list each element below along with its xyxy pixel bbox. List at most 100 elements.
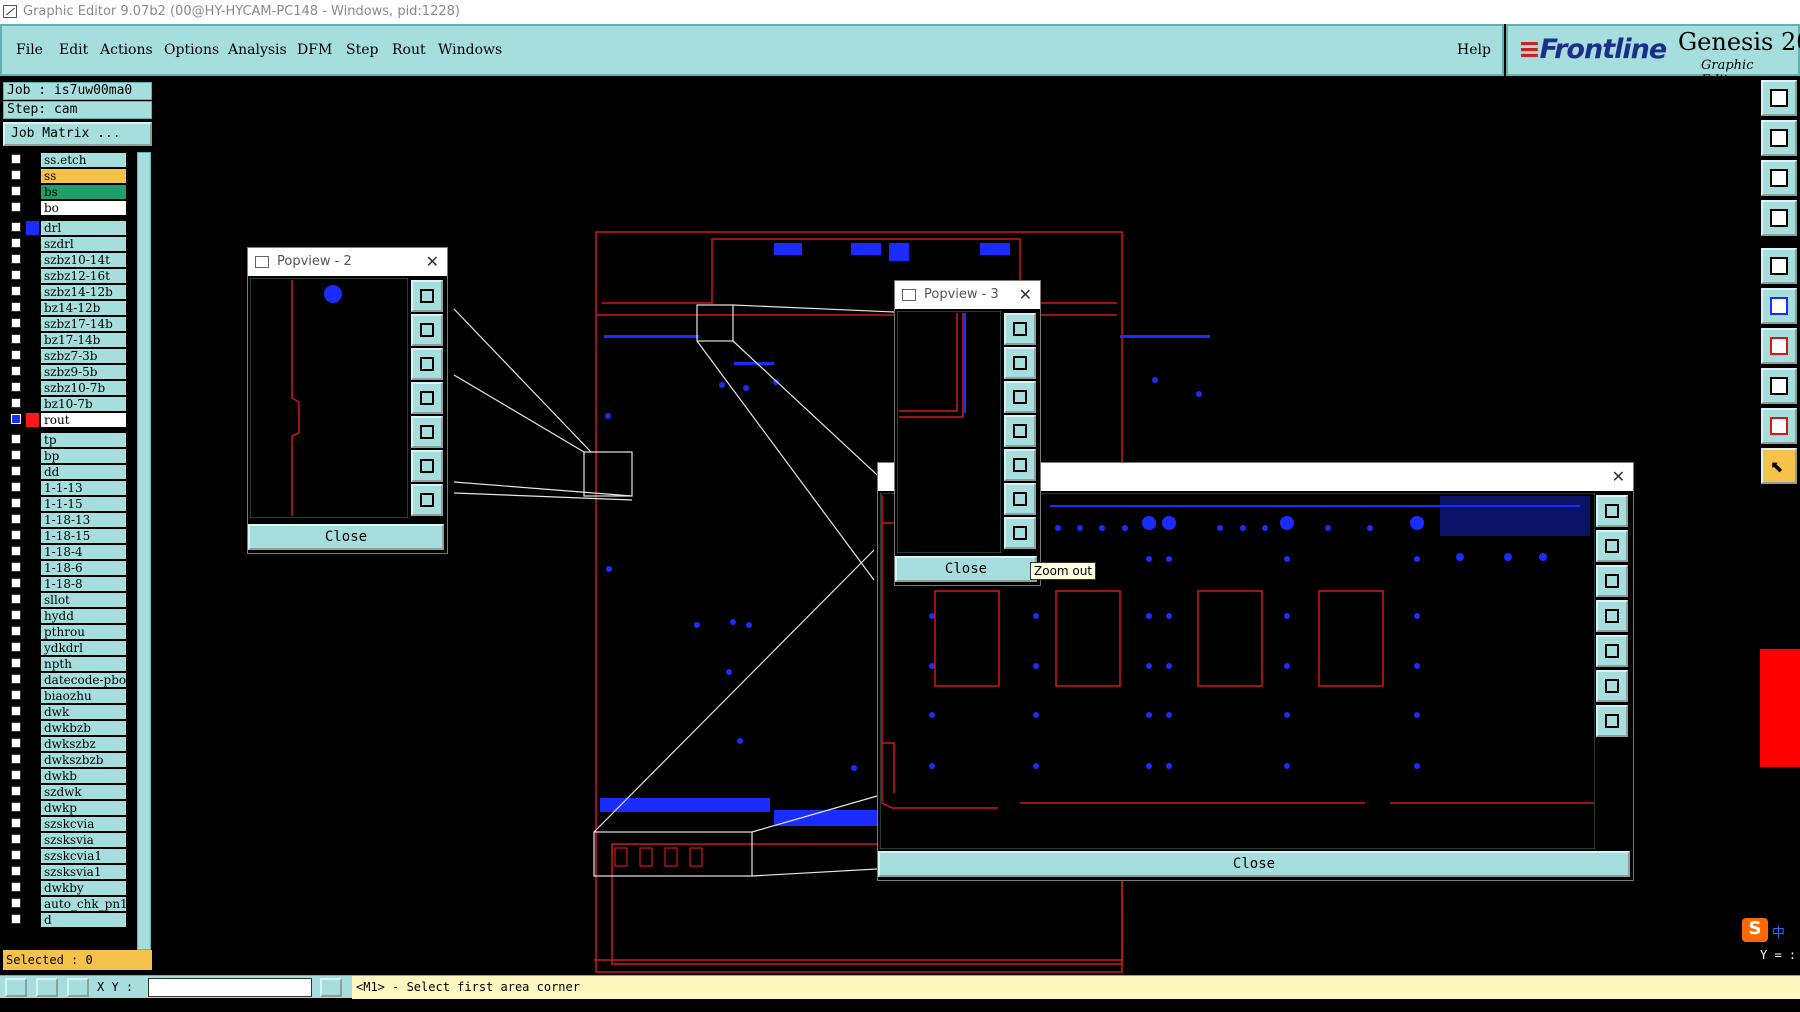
layer-row[interactable]: bz17-14b — [3, 332, 129, 348]
status-tool-button[interactable] — [5, 978, 27, 997]
layer-row[interactable]: szsksvia — [3, 832, 129, 848]
layer-checkbox[interactable] — [11, 674, 21, 684]
popview-2-tool-button[interactable] — [411, 484, 443, 516]
menu-file[interactable]: File — [16, 42, 43, 58]
popview-2-tool-button[interactable] — [411, 348, 443, 380]
menu-actions[interactable]: Actions — [100, 42, 153, 58]
layer-checkbox[interactable] — [11, 914, 21, 924]
layer-checkbox[interactable] — [11, 722, 21, 732]
layer-row[interactable]: szbz7-3b — [3, 348, 129, 364]
layer-name[interactable]: dwkszbzb — [41, 753, 126, 767]
popview-close-button[interactable]: Close — [878, 851, 1630, 877]
layer-name[interactable]: szbz7-3b — [41, 349, 126, 363]
layer-name[interactable]: auto_chk_pn1 — [41, 897, 126, 911]
layer-name[interactable]: hydd — [41, 609, 126, 623]
layer-row[interactable]: szbz17-14b — [3, 316, 129, 332]
layer-checkbox[interactable] — [11, 802, 21, 812]
popview-3-canvas[interactable] — [897, 311, 1001, 553]
layer-row[interactable]: drl — [3, 220, 129, 236]
popview-2-close-button[interactable]: Close — [248, 524, 444, 550]
layer-row[interactable]: ss.etch — [3, 152, 129, 168]
layer-checkbox[interactable] — [11, 834, 21, 844]
layer-checkbox[interactable] — [11, 706, 21, 716]
layer-row[interactable]: szsksvia1 — [3, 864, 129, 880]
layer-name[interactable]: 1-18-15 — [41, 529, 126, 543]
layer-row[interactable]: dd — [3, 464, 129, 480]
layer-row[interactable]: pthrou — [3, 624, 129, 640]
layer-checkbox[interactable] — [11, 754, 21, 764]
layer-row[interactable]: 1-18-13 — [3, 512, 129, 528]
layer-row[interactable]: bz10-7b — [3, 396, 129, 412]
layer-checkbox[interactable] — [11, 366, 21, 376]
job-matrix-button[interactable]: Job Matrix ... — [3, 122, 152, 146]
layer-checkbox[interactable] — [11, 466, 21, 476]
layer-checkbox[interactable] — [11, 170, 21, 180]
menu-rout[interactable]: Rout — [392, 42, 426, 58]
layer-row[interactable]: bp — [3, 448, 129, 464]
layer-row[interactable]: szskcvia1 — [3, 848, 129, 864]
status-tool-button[interactable] — [36, 978, 58, 997]
layer-name[interactable]: bp — [41, 449, 126, 463]
layer-checkbox[interactable] — [11, 482, 21, 492]
xy-input[interactable] — [148, 978, 312, 997]
layer-name[interactable]: szbz9-5b — [41, 365, 126, 379]
popview-2-tool-button[interactable] — [411, 314, 443, 346]
layer-checkbox[interactable] — [11, 514, 21, 524]
layer-name[interactable]: 1-18-4 — [41, 545, 126, 559]
layer-checkbox[interactable] — [11, 594, 21, 604]
layer-name[interactable]: szdwk — [41, 785, 126, 799]
layer-checkbox[interactable] — [11, 770, 21, 780]
popview-tool-button[interactable] — [1596, 705, 1628, 737]
layer-row[interactable]: dwkb — [3, 768, 129, 784]
layer-checkbox[interactable] — [11, 786, 21, 796]
layer-row[interactable]: szdrl — [3, 236, 129, 252]
layer-row[interactable]: bs — [3, 184, 129, 200]
popview-tool-button[interactable] — [1596, 565, 1628, 597]
layer-name[interactable]: ydkdrl — [41, 641, 126, 655]
layer-name[interactable]: tp — [41, 433, 126, 447]
layer-row[interactable]: ss — [3, 168, 129, 184]
layer-name[interactable]: 1-18-13 — [41, 513, 126, 527]
layer-row[interactable]: szbz12-16t — [3, 268, 129, 284]
layer-row[interactable]: npth — [3, 656, 129, 672]
layer-row[interactable]: sllot — [3, 592, 129, 608]
layer-name[interactable]: 1-1-15 — [41, 497, 126, 511]
layer-row[interactable]: 1-18-4 — [3, 544, 129, 560]
layer-row[interactable]: 1-18-6 — [3, 560, 129, 576]
menu-windows[interactable]: Windows — [438, 42, 502, 58]
layer-row[interactable]: szdwk — [3, 784, 129, 800]
net-button[interactable] — [1761, 288, 1797, 324]
layer-name[interactable]: rout — [41, 413, 126, 427]
layer-checkbox[interactable] — [11, 414, 21, 424]
settings-button[interactable] — [1761, 200, 1797, 236]
layer-row[interactable]: dwk — [3, 704, 129, 720]
layer-name[interactable]: sllot — [41, 593, 126, 607]
layer-row[interactable]: 1-18-8 — [3, 576, 129, 592]
layer-name[interactable]: dwkbzb — [41, 721, 126, 735]
popview-2-canvas[interactable] — [250, 278, 408, 518]
layer-name[interactable]: szbz17-14b — [41, 317, 126, 331]
layer-checkbox[interactable] — [11, 238, 21, 248]
layer-row[interactable]: szbz10-7b — [3, 380, 129, 396]
layer-row[interactable]: auto_chk_pn1 — [3, 896, 129, 912]
layer-name[interactable]: datecode-pbo — [41, 673, 126, 687]
layer-name[interactable]: szdrl — [41, 237, 126, 251]
layer-checkbox[interactable] — [11, 186, 21, 196]
layer-checkbox[interactable] — [11, 202, 21, 212]
layer-row[interactable]: datecode-pbo — [3, 672, 129, 688]
layer-name[interactable]: dwkb — [41, 769, 126, 783]
layer-name[interactable]: bz10-7b — [41, 397, 126, 411]
layer-checkbox[interactable] — [11, 610, 21, 620]
layer-name[interactable]: dwkp — [41, 801, 126, 815]
close-icon[interactable]: ✕ — [1019, 281, 1032, 309]
layer-name[interactable]: bs — [41, 185, 126, 199]
layer-checkbox[interactable] — [11, 818, 21, 828]
layer-row[interactable]: hydd — [3, 608, 129, 624]
layer-row[interactable]: biaozhu — [3, 688, 129, 704]
snap-button[interactable] — [1761, 248, 1797, 284]
zoom-out-button[interactable] — [1004, 517, 1036, 549]
popview-tool-button[interactable] — [1596, 600, 1628, 632]
layer-name[interactable]: 1-18-8 — [41, 577, 126, 591]
popview-tool-button[interactable] — [1596, 530, 1628, 562]
popview-tool-button[interactable] — [1596, 495, 1628, 527]
